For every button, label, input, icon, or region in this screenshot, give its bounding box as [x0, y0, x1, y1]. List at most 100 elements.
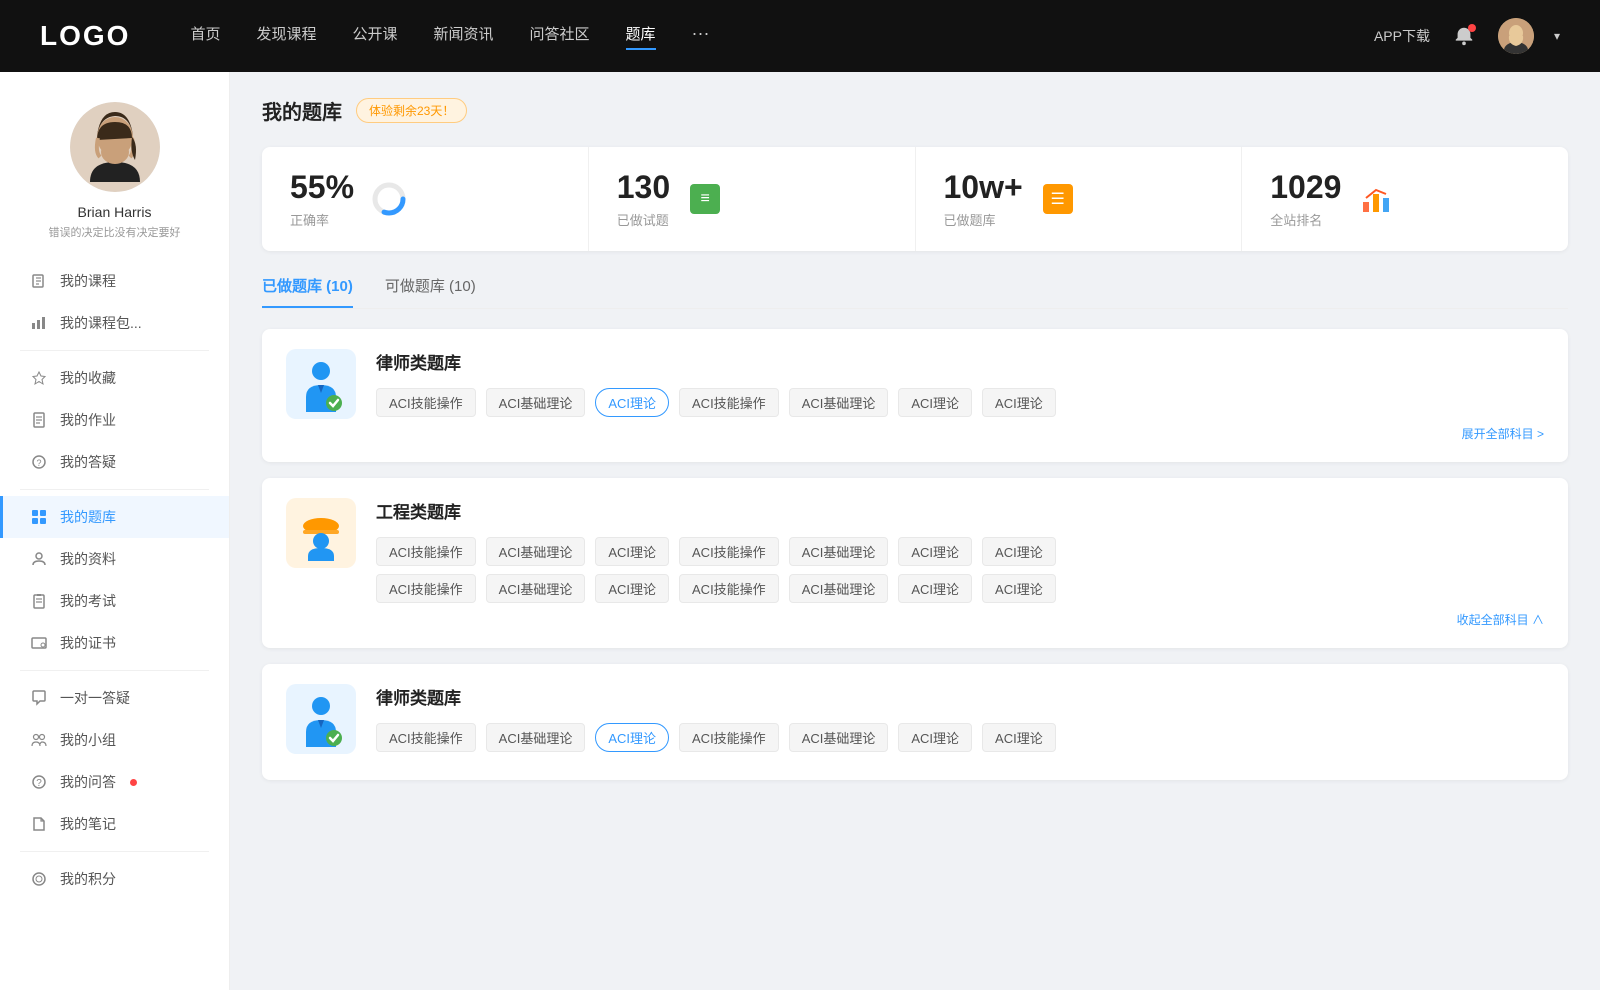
sidebar-item-group[interactable]: 我的小组 [0, 719, 229, 761]
trial-badge: 体验剩余23天！ [356, 98, 467, 123]
user-avatar [70, 102, 160, 192]
user-menu-chevron[interactable]: ▾ [1554, 29, 1560, 43]
sidebar-item-doubt[interactable]: ? 我的答疑 [0, 441, 229, 483]
bank-tag-2-0[interactable]: ACI技能操作 [376, 537, 476, 566]
navbar: LOGO 首页 发现课程 公开课 新闻资讯 问答社区 题库 ··· APP下载 [0, 0, 1600, 72]
bank-collapse-2[interactable]: 收起全部科目 ∧ [376, 611, 1544, 628]
bank-tag-2-10[interactable]: ACI技能操作 [679, 574, 779, 603]
bank-tag-2-8[interactable]: ACI基础理论 [486, 574, 586, 603]
sidebar-label-collect: 我的收藏 [60, 368, 116, 388]
bank-tag-3-0[interactable]: ACI技能操作 [376, 723, 476, 752]
bank-icon-engineer [286, 498, 356, 568]
bank-tag-2-5[interactable]: ACI理论 [898, 537, 972, 566]
nav-news[interactable]: 新闻资讯 [434, 23, 494, 50]
sidebar-label-one-on-one: 一对一答疑 [60, 688, 130, 708]
svg-text:?: ? [36, 458, 41, 468]
tab-todo[interactable]: 可做题库 (10) [385, 275, 476, 308]
nav-bank[interactable]: 题库 [626, 23, 656, 50]
star-icon [30, 369, 48, 387]
sidebar-label-notes: 我的笔记 [60, 814, 116, 834]
sidebar-item-course-pack[interactable]: 我的课程包... [0, 302, 229, 344]
stat-done-q-left: 130 已做试题 [617, 169, 670, 229]
done-b-icon: ☰ [1039, 180, 1077, 218]
bank-tag-3-2[interactable]: ACI理论 [595, 723, 669, 752]
sidebar-item-course[interactable]: 我的课程 [0, 260, 229, 302]
bank-tag-2-7[interactable]: ACI技能操作 [376, 574, 476, 603]
stat-done-q-label: 已做试题 [617, 210, 670, 229]
bank-card-2: 工程类题库 ACI技能操作 ACI基础理论 ACI理论 ACI技能操作 ACI基… [262, 478, 1568, 648]
tab-done[interactable]: 已做题库 (10) [262, 275, 353, 308]
group-icon [30, 731, 48, 749]
sidebar-label-course-pack: 我的课程包... [60, 313, 142, 333]
nav-discover[interactable]: 发现课程 [256, 23, 316, 50]
stat-rank-value: 1029 [1270, 169, 1341, 206]
sidebar-item-points[interactable]: 我的积分 [0, 858, 229, 900]
stat-done-b-label: 已做题库 [944, 210, 1023, 229]
bank-tag-2-9[interactable]: ACI理论 [595, 574, 669, 603]
bank-tag-3-6[interactable]: ACI理论 [982, 723, 1056, 752]
sidebar-label-group: 我的小组 [60, 730, 116, 750]
bank-tag-1-6[interactable]: ACI理论 [982, 388, 1056, 417]
sidebar-item-certificate[interactable]: 我的证书 [0, 622, 229, 664]
avatar[interactable] [1498, 18, 1534, 54]
bank-tag-2-12[interactable]: ACI理论 [898, 574, 972, 603]
stat-accuracy-value: 55% [290, 169, 354, 206]
done-q-icon: ≡ [686, 180, 724, 218]
bank-tag-2-4[interactable]: ACI基础理论 [789, 537, 889, 566]
nav-more[interactable]: ··· [692, 23, 710, 50]
file-icon [30, 272, 48, 290]
bank-tag-1-0[interactable]: ACI技能操作 [376, 388, 476, 417]
answers-badge [130, 779, 137, 786]
bank-tag-3-1[interactable]: ACI基础理论 [486, 723, 586, 752]
page-body: Brian Harris 错误的决定比没有决定要好 我的课程 我的课程包... [0, 72, 1600, 990]
sidebar-item-collect[interactable]: 我的收藏 [0, 357, 229, 399]
doc-icon [30, 411, 48, 429]
sidebar-item-profile[interactable]: 我的资料 [0, 538, 229, 580]
nav-qa[interactable]: 问答社区 [530, 23, 590, 50]
bank-tag-1-5[interactable]: ACI理论 [898, 388, 972, 417]
sidebar-item-exam[interactable]: 我的考试 [0, 580, 229, 622]
bank-tags-3: ACI技能操作 ACI基础理论 ACI理论 ACI技能操作 ACI基础理论 AC… [376, 723, 1544, 752]
stat-rank-label: 全站排名 [1270, 210, 1341, 229]
bank-tag-2-3[interactable]: ACI技能操作 [679, 537, 779, 566]
sidebar-item-question-bank[interactable]: 我的题库 [0, 496, 229, 538]
sidebar-label-profile: 我的资料 [60, 549, 116, 569]
bank-tags-1: ACI技能操作 ACI基础理论 ACI理论 ACI技能操作 ACI基础理论 AC… [376, 388, 1544, 417]
sidebar-item-one-on-one[interactable]: 一对一答疑 [0, 677, 229, 719]
bank-tag-2-2[interactable]: ACI理论 [595, 537, 669, 566]
bank-icon-lawyer-3 [286, 684, 356, 754]
bank-tag-2-1[interactable]: ACI基础理论 [486, 537, 586, 566]
bank-title-3: 律师类题库 [376, 684, 1544, 709]
bank-tag-3-5[interactable]: ACI理论 [898, 723, 972, 752]
chat-icon [30, 689, 48, 707]
stat-done-b-left: 10w+ 已做题库 [944, 169, 1023, 229]
sidebar-item-homework[interactable]: 我的作业 [0, 399, 229, 441]
main-content: 我的题库 体验剩余23天！ 55% 正确率 [230, 72, 1600, 990]
nav-links: 首页 发现课程 公开课 新闻资讯 问答社区 题库 ··· [190, 23, 1374, 50]
sidebar-item-answers[interactable]: ? 我的问答 [0, 761, 229, 803]
app-download-button[interactable]: APP下载 [1374, 26, 1430, 46]
note-icon [30, 815, 48, 833]
nav-home[interactable]: 首页 [190, 23, 220, 50]
bank-tag-3-4[interactable]: ACI基础理论 [789, 723, 889, 752]
bank-tag-2-13[interactable]: ACI理论 [982, 574, 1056, 603]
bank-tag-3-3[interactable]: ACI技能操作 [679, 723, 779, 752]
notification-bell[interactable] [1450, 22, 1478, 50]
page-title: 我的题库 [262, 96, 342, 125]
stat-done-q-value: 130 [617, 169, 670, 206]
bank-tag-1-2[interactable]: ACI理论 [595, 388, 669, 417]
bank-content-2: 工程类题库 ACI技能操作 ACI基础理论 ACI理论 ACI技能操作 ACI基… [376, 498, 1544, 628]
bank-tag-1-1[interactable]: ACI基础理论 [486, 388, 586, 417]
nav-open[interactable]: 公开课 [352, 23, 397, 50]
bank-expand-1[interactable]: 展开全部科目 > [376, 425, 1544, 442]
bank-card-3: 律师类题库 ACI技能操作 ACI基础理论 ACI理论 ACI技能操作 ACI基… [262, 664, 1568, 780]
bank-tag-2-6[interactable]: ACI理论 [982, 537, 1056, 566]
bank-tag-2-11[interactable]: ACI基础理论 [789, 574, 889, 603]
sidebar-item-notes[interactable]: 我的笔记 [0, 803, 229, 845]
bank-tag-1-4[interactable]: ACI基础理论 [789, 388, 889, 417]
bank-tag-1-3[interactable]: ACI技能操作 [679, 388, 779, 417]
logo: LOGO [40, 20, 130, 52]
stat-accuracy-left: 55% 正确率 [290, 169, 354, 229]
sidebar-menu: 我的课程 我的课程包... 我的收藏 [0, 260, 229, 900]
sidebar-label-homework: 我的作业 [60, 410, 116, 430]
